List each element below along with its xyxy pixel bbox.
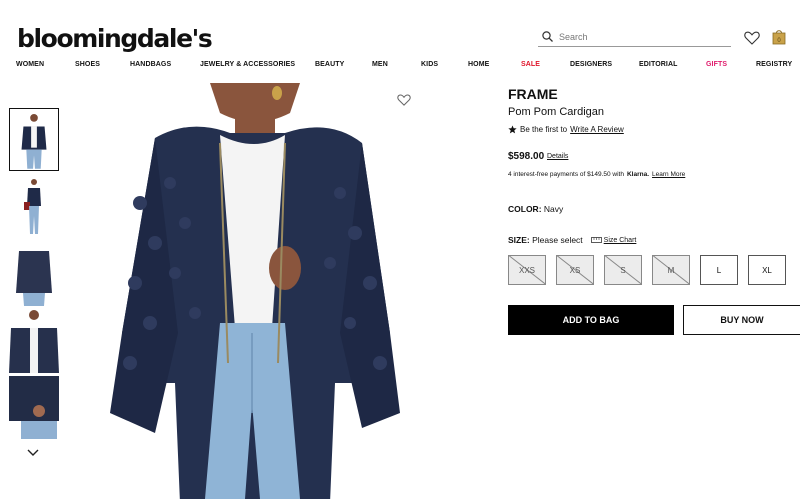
thumbnail-1[interactable] xyxy=(9,108,59,171)
learn-more-link[interactable]: Learn More xyxy=(652,171,685,178)
wishlist-heart-icon[interactable] xyxy=(744,31,760,45)
thumbnail-4[interactable] xyxy=(9,310,59,373)
nav-item-registry[interactable]: REGISTRY xyxy=(756,61,792,68)
write-review-link[interactable]: Write A Review xyxy=(570,125,624,134)
size-option-s[interactable]: S xyxy=(604,255,642,285)
size-option-m[interactable]: M xyxy=(652,255,690,285)
thumbnail-image xyxy=(9,310,59,373)
nav-item-gifts[interactable]: GIFTS xyxy=(706,61,727,68)
thumbnail-image xyxy=(9,243,59,306)
main-nav: WOMEN SHOES HANDBAGS JEWELRY & ACCESSORI… xyxy=(0,61,800,71)
thumbnail-image xyxy=(9,176,59,239)
size-option-label: XL xyxy=(762,265,772,275)
thumbnail-5[interactable] xyxy=(9,376,59,439)
ruler-icon xyxy=(590,237,602,243)
product-photo xyxy=(100,83,420,499)
save-heart-icon[interactable] xyxy=(397,94,411,106)
size-option-label: S xyxy=(620,265,626,275)
nav-item-beauty[interactable]: BEAUTY xyxy=(315,61,344,68)
size-value: Please select xyxy=(532,235,583,245)
details-link[interactable]: Details xyxy=(547,153,568,160)
size-selection-row: SIZE: Please select Size Chart xyxy=(508,235,636,245)
size-option-xs[interactable]: XS xyxy=(556,255,594,285)
color-selection: COLOR: Navy xyxy=(508,204,563,214)
nav-item-sale[interactable]: SALE xyxy=(521,61,540,68)
color-label: COLOR: xyxy=(508,204,542,214)
search-input[interactable] xyxy=(559,31,719,42)
nav-item-handbags[interactable]: HANDBAGS xyxy=(130,61,171,68)
thumbnail-image xyxy=(9,376,59,439)
product-brand[interactable]: FRAME xyxy=(508,86,558,102)
product-main-image[interactable] xyxy=(100,83,420,499)
size-option-label: M xyxy=(667,265,675,275)
product-price: $598.00 xyxy=(508,151,545,162)
add-to-bag-button[interactable]: ADD TO BAG xyxy=(508,305,674,335)
nav-item-men[interactable]: MEN xyxy=(372,61,388,68)
size-option-xl[interactable]: XL xyxy=(748,255,786,285)
klarna-logo: Klarna. xyxy=(626,171,650,178)
size-option-label: XXS xyxy=(518,265,535,275)
nav-item-jewelry-accessories[interactable]: JEWELRY & ACCESSORIES xyxy=(200,61,295,68)
thumbnail-image xyxy=(10,109,58,170)
review-row: Be the first to Write A Review xyxy=(508,125,624,134)
search-bar[interactable] xyxy=(538,27,731,47)
bloomingdales-logo[interactable]: bloomingdale's xyxy=(17,24,213,53)
nav-item-home[interactable]: HOME xyxy=(468,61,489,68)
nav-item-editorial[interactable]: EDITORIAL xyxy=(639,61,678,68)
search-icon[interactable] xyxy=(541,30,555,44)
chevron-down-icon[interactable] xyxy=(27,449,39,457)
thumbnail-3[interactable] xyxy=(9,243,59,306)
review-prompt: Be the first to xyxy=(520,125,568,134)
size-option-label: L xyxy=(716,265,722,275)
star-icon xyxy=(508,125,517,134)
size-label: SIZE: xyxy=(508,235,530,245)
size-option-label: XS xyxy=(569,265,581,275)
nav-item-designers[interactable]: DESIGNERS xyxy=(570,61,612,68)
shopping-bag-icon[interactable]: 0 xyxy=(772,29,786,45)
klarna-text: 4 interest-free payments of $149.50 with xyxy=(508,171,624,178)
size-chart-link[interactable]: Size Chart xyxy=(604,237,637,244)
nav-item-kids[interactable]: KIDS xyxy=(421,61,438,68)
nav-item-women[interactable]: WOMEN xyxy=(16,61,44,68)
product-name: Pom Pom Cardigan xyxy=(508,106,604,118)
size-option-xxs[interactable]: XXS xyxy=(508,255,546,285)
color-value: Navy xyxy=(543,204,564,214)
thumbnail-2[interactable] xyxy=(9,176,59,239)
klarna-financing: 4 interest-free payments of $149.50 with… xyxy=(508,171,685,178)
nav-item-shoes[interactable]: SHOES xyxy=(75,61,100,68)
size-option-l[interactable]: L xyxy=(700,255,738,285)
buy-now-button[interactable]: BUY NOW xyxy=(683,305,800,335)
